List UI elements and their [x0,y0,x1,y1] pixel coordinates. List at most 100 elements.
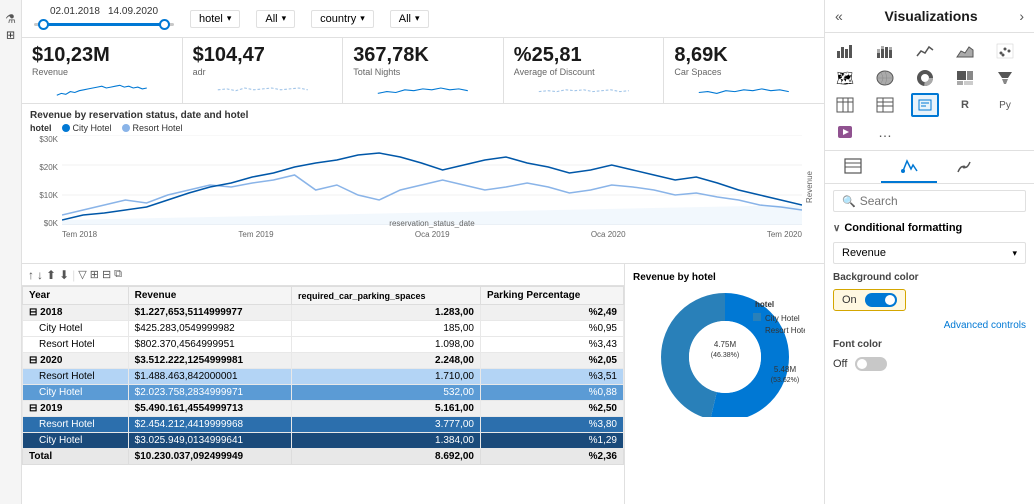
toolbar-collapse[interactable]: ⊟ [102,268,111,281]
expand-right-btn[interactable]: › [1019,8,1024,24]
off-toggle-container[interactable]: Off [833,357,887,371]
viz-scatter[interactable] [991,39,1019,63]
svg-text:(53.62%): (53.62%) [770,377,798,384]
toggle-thumb-off [857,359,867,369]
panel-title: Visualizations [885,8,978,24]
viz-stacked-bar[interactable] [871,39,899,63]
sparkline-discount [514,79,654,97]
svg-text:Resort Hotel: Resort Hotel [765,326,805,335]
toggle-track-on[interactable] [865,293,897,307]
country-filter[interactable]: country ▾ [311,10,374,28]
toolbar-sort-desc[interactable]: ↓ [37,268,43,282]
toggle-container[interactable]: On [833,289,906,311]
viz-card[interactable] [911,93,939,117]
sparkline-carspaces [674,79,814,97]
toggle-thumb-on [885,295,895,305]
viz-line-chart[interactable] [911,39,939,63]
legend-city: City Hotel [62,123,112,133]
date-end: 14.09.2020 [108,6,158,17]
viz-r-script[interactable]: R [951,93,979,117]
toolbar-move-down[interactable]: ⬇ [59,268,69,282]
kpi-label-revenue: Revenue [32,67,172,77]
svg-text:5.48M: 5.48M [773,365,796,374]
hotel-filter[interactable]: hotel ▾ [190,10,240,28]
filter-bar: 02.01.2018 14.09.2020 hotel ▾ All ▾ [22,0,824,38]
cf-label: Conditional formatting [844,222,962,234]
table-row: ⊟ 2019 $5.490.161,4554999713 5.161,00 %2… [23,401,624,417]
filters-label: ⊞ [4,30,17,40]
kpi-nights: 367,78K Total Nights [343,38,504,103]
cf-dropdown[interactable]: Revenue ▾ [833,242,1026,264]
sparkline-adr [193,79,333,97]
toolbar-filter[interactable]: ▽ [78,268,86,281]
cf-section: ∨ Conditional formatting Revenue ▾ Backg… [825,218,1034,504]
viz-funnel[interactable] [991,66,1019,90]
viz-filled-map[interactable] [871,66,899,90]
col-revenue: Revenue [128,287,291,305]
toolbar-expand[interactable]: ⊞ [90,268,99,281]
table-row: Resort Hotel $802.370,4564999951 1.098,0… [23,337,624,353]
kpi-label-nights: Total Nights [353,67,493,77]
viz-power-apps[interactable] [831,120,859,144]
filters-sidebar[interactable]: ⚗ ⊞ [0,0,22,504]
y-axis: $30K $20K $10K $0K [30,135,62,240]
kpi-value-discount: %25,81 [514,44,654,67]
viz-area-chart[interactable] [951,39,979,63]
kpi-label-discount: Average of Discount [514,67,654,77]
donut-section: Revenue by hotel 4.75M (46.38%) 5.48M (5… [624,264,824,504]
svg-text:4.75M: 4.75M [713,340,736,349]
viz-map[interactable]: 🗺 [831,66,859,90]
kpi-value-revenue: $10,23M [32,44,172,67]
line-chart-container: Revenue by reservation status, date and … [22,104,824,264]
table-row: Resort Hotel $2.454.212,4419999968 3.777… [23,417,624,433]
svg-text:hotel: hotel [755,300,774,309]
viz-donut[interactable] [911,66,939,90]
cf-section-header[interactable]: ∨ Conditional formatting [825,218,1034,238]
svg-text:(46.38%): (46.38%) [710,352,738,359]
sparkline-revenue [32,79,172,97]
sparkline-nights [353,79,493,97]
table-row: City Hotel $2.023.758,2834999971 532,00 … [23,385,624,401]
all-filter-2[interactable]: All ▾ [390,10,429,28]
toolbar-copy[interactable]: ⧉ [114,268,122,281]
toolbar-move-up[interactable]: ⬆ [46,268,56,282]
font-toggle-row: Off [825,352,1034,375]
legend-resort: Resort Hotel [122,123,183,133]
toolbar-sort-asc[interactable]: ↑ [28,268,34,282]
donut-title: Revenue by hotel [633,272,716,283]
tab-analytics[interactable] [937,151,993,183]
tab-format[interactable] [881,151,937,183]
advanced-controls-link[interactable]: Advanced controls [944,320,1026,331]
right-panel: « Visualizations › [824,0,1034,504]
kpi-value-nights: 367,78K [353,44,493,67]
col-year: Year [23,287,129,305]
viz-bar-chart[interactable] [831,39,859,63]
search-icon: 🔍 [842,195,856,208]
viz-more[interactable]: … [871,120,899,144]
collapse-left-btn[interactable]: « [835,8,843,24]
table-row: City Hotel $3.025.949,0134999641 1.384,0… [23,433,624,449]
line-chart-title: Revenue by reservation status, date and … [30,110,816,121]
search-container[interactable]: 🔍 [833,190,1026,212]
bottom-section: ↑ ↓ ⬆ ⬇ | ▽ ⊞ ⊟ ⧉ Year [22,264,824,504]
all-filter-1[interactable]: All ▾ [256,10,295,28]
search-input[interactable] [860,194,1017,208]
chevron-down-icon: ∨ [833,223,840,234]
table-row: ⊟ 2020 $3.512.222,1254999981 2.248,00 %2… [23,353,624,369]
filter-icon: ⚗ [5,12,16,26]
svg-text:City Hotel: City Hotel [765,314,800,323]
cf-dropdown-value: Revenue [842,247,886,259]
viz-table[interactable] [831,93,859,117]
table-row: ⊟ 2018 $1.227,653,5114999977 1.283,00 %2… [23,305,624,321]
bg-toggle-row: On [825,285,1034,315]
advanced-controls: Advanced controls [825,315,1034,335]
table-row: City Hotel $425.283,0549999982 185,00 %0… [23,321,624,337]
tab-fields[interactable] [825,151,881,183]
viz-matrix[interactable] [871,93,899,117]
toggle-track-off[interactable] [855,357,887,371]
table-container[interactable]: Year Revenue required_car_parking_spaces… [22,286,624,504]
toggle-off-label: Off [833,358,847,370]
chart-legend: hotel City Hotel Resort Hotel [30,123,816,133]
viz-treemap[interactable] [951,66,979,90]
viz-python[interactable]: Py [991,93,1019,117]
